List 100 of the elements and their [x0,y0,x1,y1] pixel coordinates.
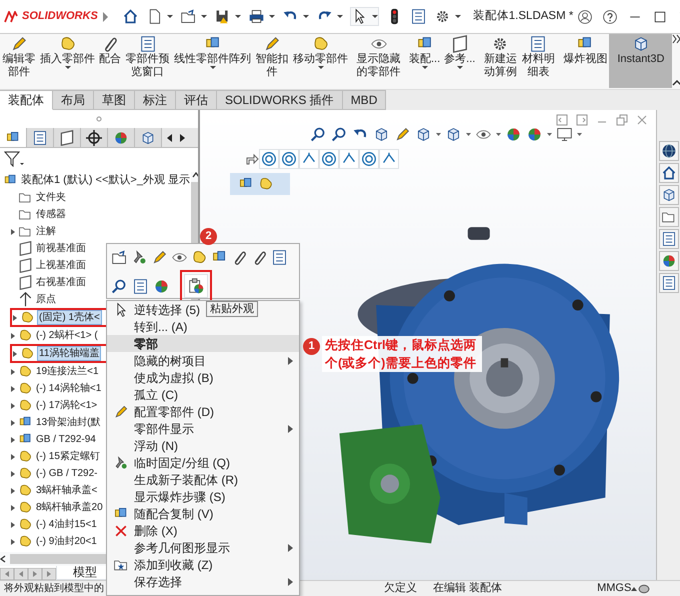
dimension-tab[interactable] [81,128,108,147]
caret-up-icon[interactable] [631,586,638,590]
menu-item[interactable]: 零部件显示 [134,420,194,438]
dynamic-annotation-icon[interactable] [394,126,411,143]
part-window-icon[interactable] [132,278,149,294]
menu-item[interactable]: 孤立 (C) [134,386,178,404]
expand-arrow-icon[interactable] [10,368,16,376]
expand-arrow-icon[interactable] [12,350,18,358]
tree-item[interactable]: (-) 14涡轮轴<1 [35,381,102,396]
expand-arrow-icon[interactable] [10,402,16,410]
caret-icon[interactable] [166,15,173,18]
tree-item[interactable]: (-) 9油封20<1 [35,534,98,549]
tree-item[interactable]: 3蜗杆轴承盖< [35,483,98,498]
ribbon-tab[interactable]: 装配体 [0,90,53,110]
caret-icon[interactable] [436,133,441,136]
expand-arrow-icon[interactable] [12,314,18,322]
menu-item[interactable]: 随配合复制 (V) [134,504,214,522]
expand-arrow-icon[interactable] [10,520,16,528]
command-button[interactable]: 材料明细表 [519,34,558,80]
command-button[interactable]: 新建运动算例 [481,34,520,80]
tree-item[interactable]: 8蜗杆轴承盖20 [35,500,104,515]
custom-properties-icon[interactable] [661,275,677,291]
tree-item[interactable]: 原点 [35,292,57,307]
ribbon-tab[interactable]: 草图 [94,90,135,110]
menu-item[interactable]: 删除 (X) [134,522,178,540]
circle-target-icon[interactable] [360,150,378,168]
options-list-icon[interactable] [410,8,427,25]
open-folder-icon[interactable] [180,8,197,25]
expand-arrow-icon[interactable] [10,504,16,512]
tree-item[interactable]: 注解 [35,224,57,239]
filter-icon[interactable] [4,151,24,167]
home-icon[interactable] [661,165,677,181]
tree-item[interactable]: GB / T292-94 [35,432,97,447]
command-button[interactable]: 参考... [442,34,478,70]
command-button[interactable]: 配合 [97,34,123,67]
scroll-up-icon[interactable] [192,172,198,178]
expand-arrow-icon[interactable] [10,538,16,546]
appearance-tab[interactable] [108,128,135,147]
rebuild-icon[interactable] [637,582,652,594]
menu-item[interactable]: 转到... (A) [134,318,188,336]
tree-item[interactable]: (固定) 1壳体< [37,310,102,325]
units-selector[interactable]: MMGS [597,580,632,596]
list-icon[interactable] [271,249,288,266]
scroll-left-icon[interactable] [0,555,6,563]
zoom-to-fit-icon[interactable] [310,126,327,143]
restore-icon[interactable] [616,114,628,126]
next-tab-arrow-icon[interactable] [28,568,42,580]
expand-arrow-icon[interactable] [102,10,110,22]
menu-item[interactable]: 显示爆炸步骤 (S) [134,488,226,506]
zoom-area-icon[interactable] [331,126,348,143]
folder-arrow-icon[interactable] [111,249,128,266]
command-button[interactable]: 编辑零部件 [0,34,38,80]
ribbon-tab[interactable]: 标注 [135,90,176,110]
feature-tree-tab[interactable] [0,128,27,147]
command-button[interactable]: 移动零部件 [291,34,350,70]
menu-item[interactable]: 隐藏的树项目 [134,352,206,370]
section-view-icon[interactable] [373,126,390,143]
expand-arrow-icon[interactable] [10,384,16,392]
menu-item[interactable]: 浮动 (N) [134,436,178,454]
caret-icon[interactable] [200,15,207,18]
circle-target-icon[interactable] [320,150,338,168]
expand-arrow-icon[interactable] [10,418,16,426]
tile-right-icon[interactable] [576,114,588,126]
part-icon[interactable] [191,249,208,266]
menu-item[interactable]: 参考几何图形显示 [134,538,230,556]
menu-item[interactable]: 保存选择 [134,572,182,590]
menu-item[interactable]: 逆转选择 (5) [134,300,200,318]
expand-arrow-icon[interactable] [10,436,16,444]
ribbon-tab[interactable]: 评估 [176,90,217,110]
display-style-icon[interactable] [445,126,462,143]
first-tab-arrow-icon[interactable] [0,568,14,580]
tree-item[interactable]: 右视基准面 [35,275,87,290]
splitter-handle-icon[interactable] [96,116,102,122]
configuration-tab[interactable] [54,128,81,147]
expand-arrow-icon[interactable] [10,228,16,236]
command-button[interactable]: 显示隐藏的零部件 [354,34,403,80]
tree-item[interactable]: 上视基准面 [35,258,87,273]
part-pencil-icon[interactable] [151,249,168,266]
expand-arrow-icon[interactable] [10,470,16,478]
appearance-ball-icon[interactable] [153,278,170,294]
circle-target-icon[interactable] [260,150,278,168]
command-button[interactable]: Instant3D [609,34,672,88]
prev-tab-arrow-icon[interactable] [14,568,28,580]
caret-icon[interactable] [577,133,582,136]
library-icon[interactable] [661,187,677,203]
view-orientation-icon[interactable] [415,126,432,143]
view-settings-monitor-icon[interactable] [556,126,573,143]
appearance-ball-icon[interactable] [661,253,677,269]
tree-item[interactable]: 19连接法兰<1 [35,364,100,379]
print-icon[interactable] [248,8,265,25]
display-tab[interactable] [135,128,162,147]
part-icon[interactable] [258,176,274,192]
tree-item[interactable]: 装配体1 (默认) <<默认>_外观 显示 [20,173,192,188]
collapse-chevron-icon[interactable] [672,80,680,86]
help-icon[interactable] [602,8,618,24]
command-button[interactable]: 装配... [407,34,442,70]
tree-item[interactable]: (-) GB / T292- [35,466,98,481]
command-button[interactable]: 零部件预览窗口 [123,34,172,80]
tree-item[interactable]: 11涡轮轴端盖 [37,346,102,361]
menu-item[interactable]: 配置零部件 (D) [134,402,214,420]
